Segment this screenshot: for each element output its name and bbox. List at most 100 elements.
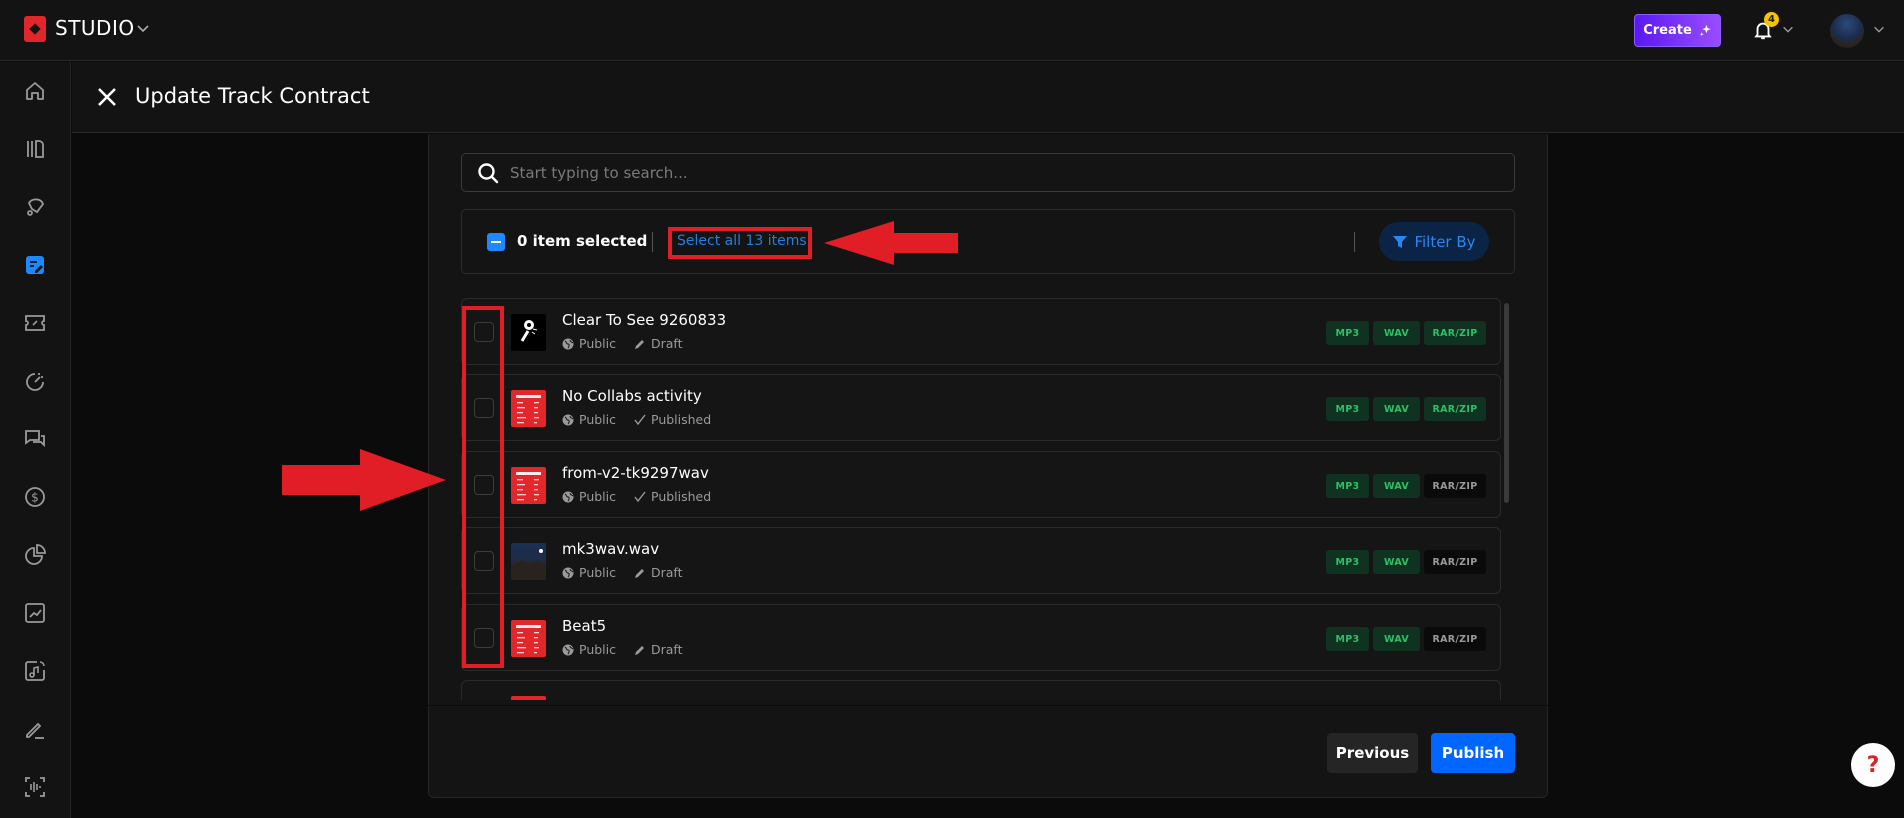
track-title[interactable]: Clear To See 9260833 xyxy=(562,311,726,329)
divider xyxy=(652,232,653,252)
sidebar-item-promote[interactable] xyxy=(21,193,49,221)
track-row[interactable]: from-v2-tk9297wav Public Published MP3 WAV RA… xyxy=(461,451,1501,518)
globe-icon xyxy=(562,567,574,578)
status-label: Draft xyxy=(651,642,683,657)
create-button[interactable]: Create xyxy=(1634,14,1721,47)
publish-status: Published xyxy=(634,489,711,504)
visibility-label: Public xyxy=(579,642,616,657)
sidebar-item-analytics[interactable] xyxy=(21,367,49,395)
search-icon xyxy=(478,163,499,184)
close-icon[interactable] xyxy=(96,86,118,108)
format-badge-wav: WAV xyxy=(1373,550,1420,574)
format-badge-wav: WAV xyxy=(1373,397,1420,421)
visibility-label: Public xyxy=(579,336,616,351)
sidebar-item-music[interactable] xyxy=(21,657,49,685)
filter-label: Filter By xyxy=(1414,232,1476,251)
globe-icon xyxy=(562,338,574,349)
visibility-label: Public xyxy=(579,565,616,580)
track-row[interactable]: No Collabs activity Public Published MP3 WAV… xyxy=(461,374,1501,441)
visibility-status: Public xyxy=(562,565,616,580)
sidebar-item-edit[interactable] xyxy=(21,715,49,743)
status-label: Draft xyxy=(651,336,683,351)
track-meta: Public Published xyxy=(562,412,711,427)
previous-button[interactable]: Previous xyxy=(1327,733,1418,773)
brand-name[interactable]: STUDIO xyxy=(55,16,135,40)
help-button[interactable]: ? xyxy=(1851,743,1895,787)
sidebar-item-audio-scan[interactable] xyxy=(21,773,49,801)
track-row[interactable]: mk3wav.wav Public Draft MP3 WAV RAR/ZIP xyxy=(461,527,1501,594)
chevron-down-icon[interactable] xyxy=(1872,22,1886,36)
annotation-highlight-select-all xyxy=(668,227,812,259)
globe-icon xyxy=(562,414,574,425)
format-badge-mp3: MP3 xyxy=(1326,321,1369,345)
track-title[interactable]: Beat5 xyxy=(562,617,606,635)
visibility-label: Public xyxy=(579,489,616,504)
pencil-icon xyxy=(635,568,644,578)
track-list: Clear To See 9260833 Public Draft MP3 WAV RAR… xyxy=(461,298,1501,700)
music-broadcast-icon xyxy=(25,661,45,681)
studio-logo[interactable] xyxy=(24,16,46,42)
visibility-status: Public xyxy=(562,489,616,504)
ticket-discount-icon xyxy=(25,315,45,331)
sidebar-item-reports[interactable] xyxy=(21,541,49,569)
visibility-status: Public xyxy=(562,642,616,657)
sidebar-item-library[interactable] xyxy=(21,135,49,163)
visibility-status: Public xyxy=(562,336,616,351)
sidebar-item-home[interactable] xyxy=(21,77,49,105)
publish-status: Draft xyxy=(634,565,683,580)
sidebar-item-growth[interactable] xyxy=(21,599,49,627)
format-badge-mp3: MP3 xyxy=(1326,627,1369,651)
format-badges: MP3 WAV RAR/ZIP xyxy=(1326,550,1486,574)
gauge-icon xyxy=(26,373,44,391)
track-row-partial[interactable] xyxy=(461,680,1501,700)
publish-status: Published xyxy=(634,412,711,427)
track-artwork xyxy=(511,314,546,351)
check-icon xyxy=(634,491,646,502)
chevron-down-icon[interactable] xyxy=(135,20,151,36)
format-badge-wav: WAV xyxy=(1373,321,1420,345)
sidebar-item-discounts[interactable] xyxy=(21,309,49,337)
sparkle-icon xyxy=(1699,24,1711,37)
filter-icon xyxy=(1393,235,1408,248)
promote-icon xyxy=(27,198,45,216)
divider xyxy=(1354,232,1355,252)
format-badge-wav: WAV xyxy=(1373,474,1420,498)
format-badges: MP3 WAV RAR/ZIP xyxy=(1326,627,1486,651)
track-artwork xyxy=(511,543,546,580)
track-title[interactable]: No Collabs activity xyxy=(562,387,702,405)
format-badges: MP3 WAV RAR/ZIP xyxy=(1326,474,1486,498)
audio-scan-icon xyxy=(25,777,45,797)
track-title[interactable]: from-v2-tk9297wav xyxy=(562,464,709,482)
track-meta: Public Published xyxy=(562,489,711,504)
annotation-highlight-checkboxes xyxy=(462,306,504,668)
notification-badge: 4 xyxy=(1764,12,1779,27)
search-input[interactable] xyxy=(510,162,1490,184)
track-row[interactable]: Beat5 Public Draft MP3 WAV RAR/ZIP xyxy=(461,604,1501,671)
publish-status: Draft xyxy=(634,336,683,351)
track-row[interactable]: Clear To See 9260833 Public Draft MP3 WAV RAR… xyxy=(461,298,1501,365)
list-scrollbar[interactable] xyxy=(1504,303,1509,503)
annotation-arrow-right xyxy=(282,449,446,511)
pen-icon xyxy=(26,722,44,739)
user-avatar[interactable] xyxy=(1830,14,1864,48)
selected-count: 0 item selected xyxy=(517,232,648,250)
status-label: Published xyxy=(651,489,712,504)
format-badge-mp3: MP3 xyxy=(1326,397,1369,421)
format-badge-mp3: MP3 xyxy=(1326,474,1369,498)
format-badge-zip: RAR/ZIP xyxy=(1424,321,1486,345)
dollar-circle-icon: $ xyxy=(25,487,45,507)
sidebar-item-contracts[interactable] xyxy=(21,251,49,279)
sidebar-item-sales[interactable]: $ xyxy=(21,483,49,511)
sidebar-item-messages[interactable] xyxy=(21,425,49,453)
select-all-checkbox[interactable] xyxy=(487,233,505,251)
search-field[interactable] xyxy=(461,153,1515,192)
pencil-icon xyxy=(635,339,644,349)
format-badges: MP3 WAV RAR/ZIP xyxy=(1326,397,1486,421)
publish-button[interactable]: Publish xyxy=(1431,733,1515,773)
chat-icon xyxy=(25,430,45,448)
trend-chart-icon xyxy=(25,603,45,623)
track-title[interactable]: mk3wav.wav xyxy=(562,540,659,558)
chevron-down-icon[interactable] xyxy=(1781,22,1795,36)
filter-button[interactable]: Filter By xyxy=(1379,222,1489,261)
footer-divider xyxy=(428,705,1548,706)
